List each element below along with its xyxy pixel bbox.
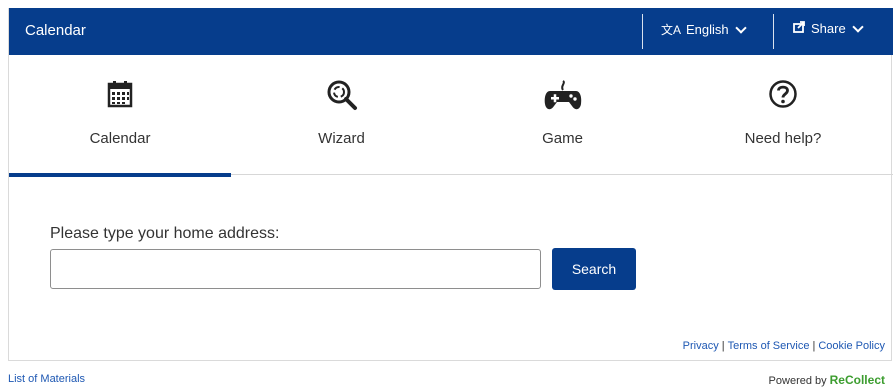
link-separator: | [812,340,816,352]
tab-label: Calendar [89,130,151,147]
tab-bar: Calendar Wizard Game Need help? [9,55,893,177]
search-button[interactable]: Search [552,248,636,290]
help-icon [768,79,798,114]
terms-link[interactable]: Terms of Service [728,340,810,352]
header-title: Calendar [25,22,86,39]
powered-by-label: Powered by [768,375,827,387]
tab-wizard[interactable]: Wizard [231,55,452,175]
privacy-link[interactable]: Privacy [683,340,719,352]
chevron-down-icon [852,20,864,33]
brand-logo[interactable]: ReCollect [830,373,885,387]
language-label: English [686,22,729,37]
gamepad-icon [544,79,582,118]
tab-label: Game [542,130,583,147]
tab-label: Need help? [744,130,822,147]
chevron-down-icon [734,21,747,34]
translate-icon: 文A [661,23,682,37]
calendar-icon [105,79,135,114]
tab-calendar[interactable]: Calendar [9,55,231,177]
address-prompt: Please type your home address: [50,225,280,242]
tab-label: Wizard [318,130,365,147]
tab-game[interactable]: Game [452,55,673,175]
active-tab-indicator [9,173,231,177]
list-of-materials-link[interactable]: List of Materials [8,373,85,385]
link-separator: | [721,340,725,352]
address-input[interactable] [50,249,541,289]
language-selector[interactable]: 文A English [661,21,747,38]
cookie-policy-link[interactable]: Cookie Policy [818,340,885,352]
recollect-widget: Calendar 文A English Share Calendar Wizar… [8,8,893,361]
powered-by: Powered by ReCollect [769,373,885,387]
header-divider [642,14,643,49]
share-label: Share [811,21,846,36]
magnifier-recycle-icon [326,79,358,116]
header-divider [773,14,774,49]
share-icon [793,21,806,36]
top-bar: Calendar 文A English Share [9,8,893,55]
share-button[interactable]: Share [793,20,864,36]
tab-need-help[interactable]: Need help? [673,55,893,175]
legal-links: Privacy | Terms of Service | Cookie Policy [683,340,885,352]
